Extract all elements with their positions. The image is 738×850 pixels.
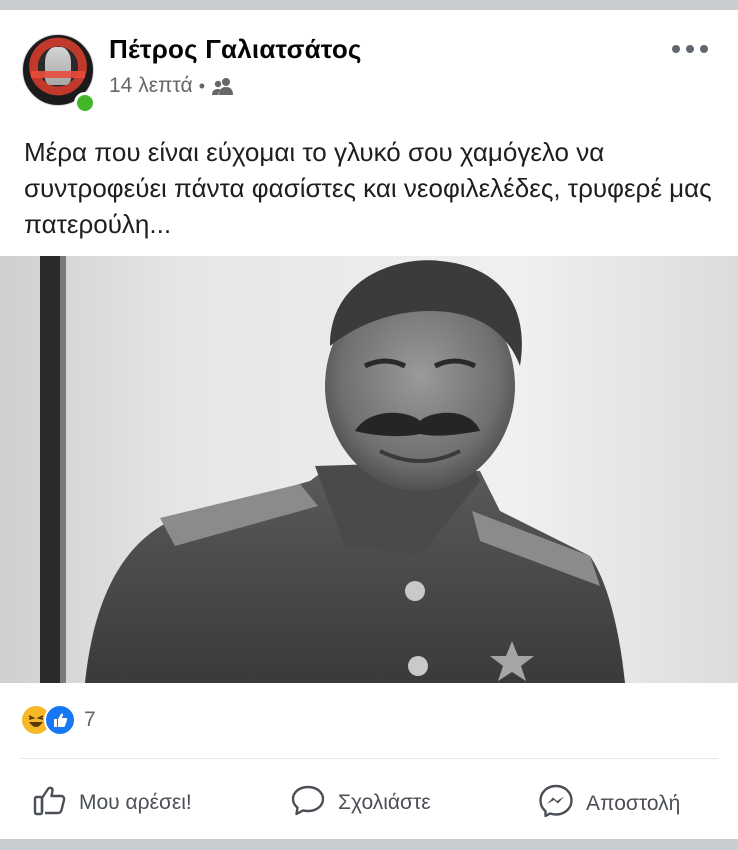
- like-reaction-icon: [44, 704, 76, 736]
- reactions-summary[interactable]: 7: [20, 704, 96, 736]
- author-name[interactable]: Πέτρος Γαλιατσάτος: [109, 34, 362, 65]
- online-status-dot: [74, 92, 96, 114]
- post-card: Πέτρος Γαλιατσάτος 14 λεπτά • Μέρα που ε…: [0, 10, 738, 839]
- more-dot: [686, 45, 694, 53]
- like-label: Μου αρέσει!: [79, 791, 192, 814]
- thumbs-up-icon: [33, 784, 67, 822]
- like-button[interactable]: Μου αρέσει!: [33, 784, 192, 822]
- send-label: Αποστολή: [586, 792, 681, 815]
- avatar-band: [31, 71, 85, 78]
- post-text: Μέρα που είναι εύχομαι το γλυκό σου χαμό…: [24, 137, 712, 239]
- post-timestamp[interactable]: 14 λεπτά: [109, 74, 193, 98]
- author-avatar[interactable]: [22, 34, 96, 114]
- meta-separator: •: [198, 75, 205, 96]
- more-options-icon[interactable]: [672, 41, 708, 57]
- messenger-icon: [538, 784, 574, 824]
- avatar-figure: [45, 47, 71, 85]
- comment-bubble-icon: [290, 784, 326, 822]
- comment-label: Σχολιάστε: [338, 791, 431, 814]
- post-meta: 14 λεπτά •: [109, 74, 235, 98]
- more-dot: [672, 45, 680, 53]
- reaction-count: 7: [84, 708, 96, 731]
- friends-icon[interactable]: [211, 77, 235, 95]
- actions-divider: [20, 758, 718, 759]
- post-photo[interactable]: [0, 256, 738, 683]
- post-header: Πέτρος Γαλιατσάτος 14 λεπτά •: [0, 10, 738, 120]
- post-actions: Μου αρέσει! Σχολιάστε Αποστολή: [0, 770, 738, 830]
- send-button[interactable]: Αποστολή: [538, 784, 680, 824]
- comment-button[interactable]: Σχολιάστε: [290, 784, 431, 822]
- more-dot: [700, 45, 708, 53]
